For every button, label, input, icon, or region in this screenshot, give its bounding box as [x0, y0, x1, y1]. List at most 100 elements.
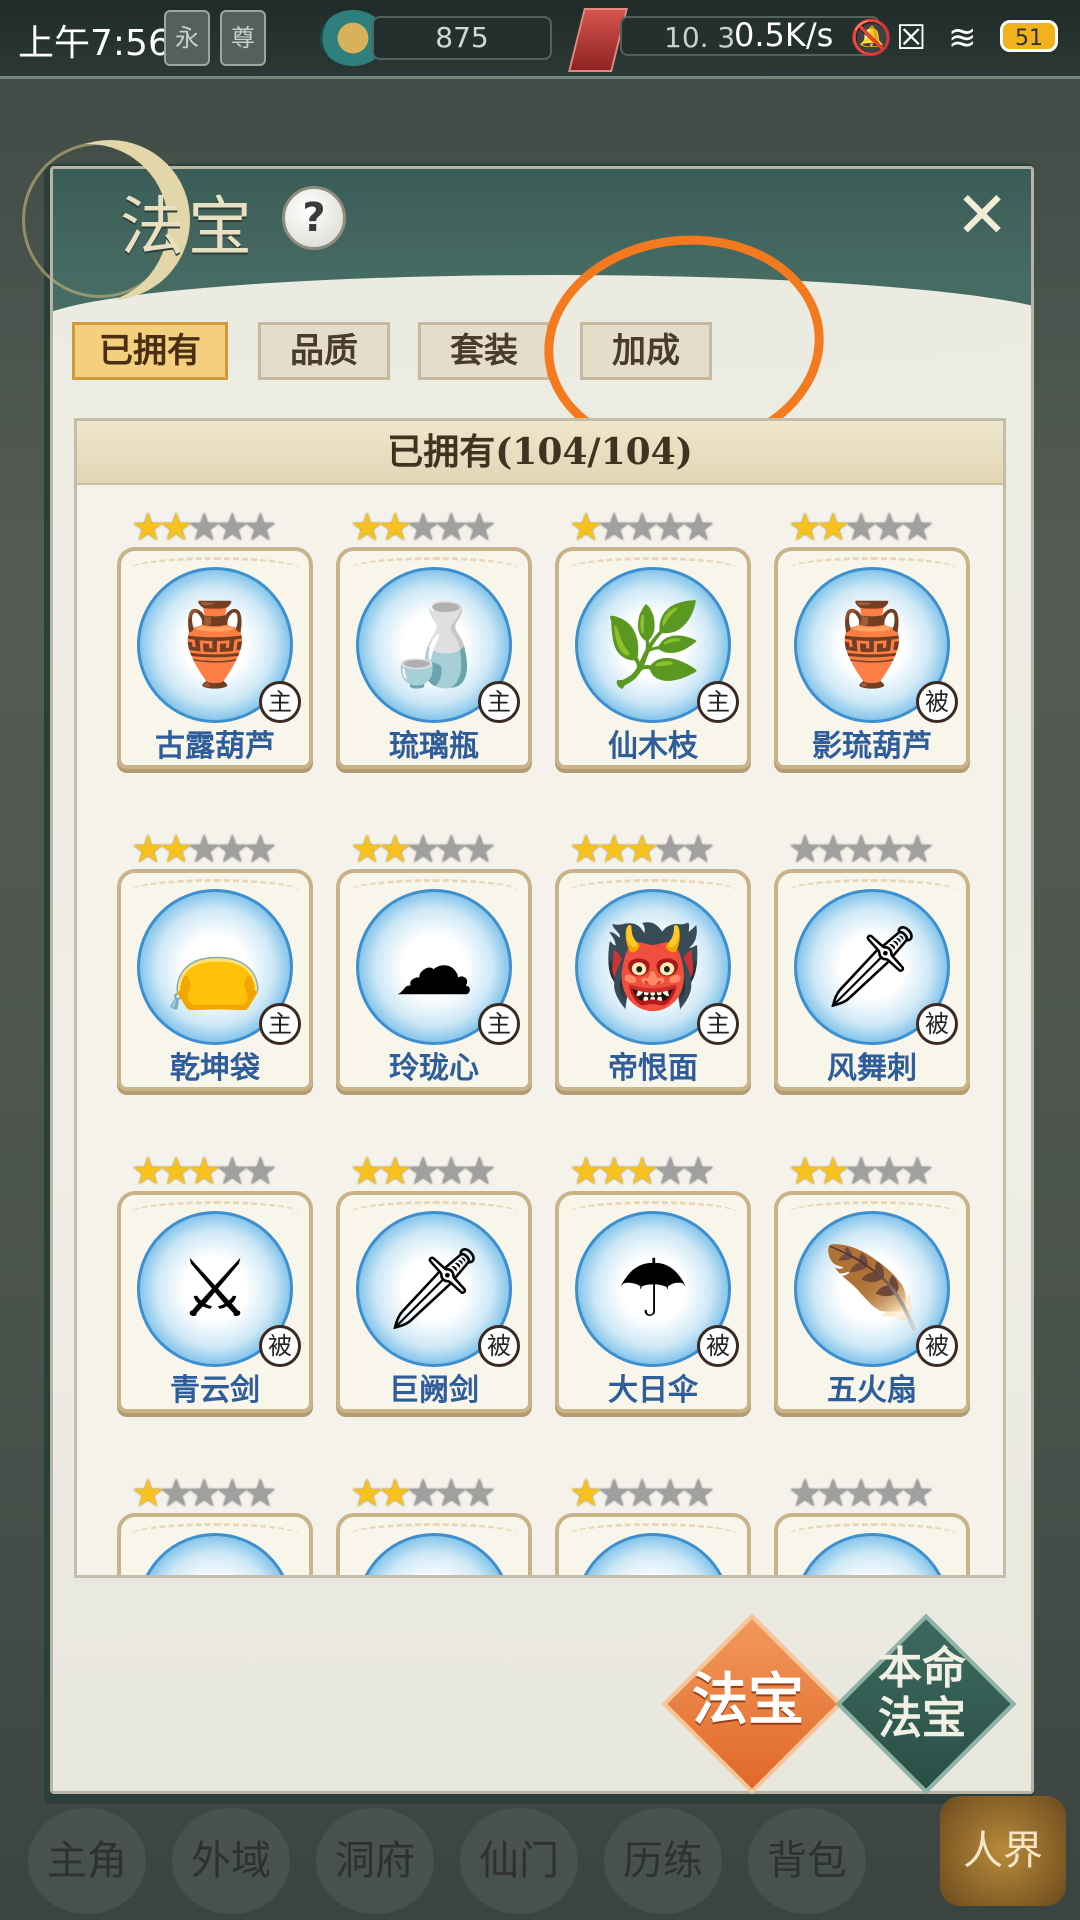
tab-owned[interactable]: 已拥有	[72, 322, 228, 380]
star-icon: ★	[816, 505, 850, 549]
star-icon: ★	[844, 827, 878, 871]
star-icon: ★	[653, 1471, 687, 1515]
treasure-card[interactable]: ★★★★★	[774, 1473, 970, 1575]
star-icon: ★	[187, 505, 221, 549]
treasure-card[interactable]: ★★★★★ 🗡 被巨阙剑	[336, 1151, 532, 1413]
benming-line2: 法宝	[878, 1693, 966, 1744]
item-name: 风舞刺	[827, 1051, 917, 1086]
item-name: 帝恨面	[608, 1051, 698, 1086]
passive-type-badge: 被	[478, 1325, 520, 1367]
star-rating: ★★★★★	[350, 507, 520, 547]
star-icon: ★	[159, 827, 193, 871]
star-icon: ★	[900, 827, 934, 871]
star-rating: ★★★★★	[788, 1473, 958, 1513]
star-icon: ★	[378, 827, 412, 871]
treasure-card[interactable]: ★★★★★ 🍶 主琉璃瓶	[336, 507, 532, 769]
treasure-card[interactable]: ★★★★★ 🏺 被影琉葫芦	[774, 507, 970, 769]
nav-outer-realm[interactable]: 外域	[172, 1808, 290, 1914]
item-icon	[794, 1533, 950, 1575]
treasure-card[interactable]: ★★★★★ 🏺 主古露葫芦	[117, 507, 313, 769]
star-icon: ★	[597, 827, 631, 871]
star-rating: ★★★★★	[788, 829, 958, 869]
star-icon: ★	[653, 505, 687, 549]
bottom-nav: 主角 外域 洞府 仙门 历练 背包	[0, 1798, 1080, 1920]
rune-badge-zun[interactable]: 尊	[220, 10, 266, 66]
nav-cave[interactable]: 洞府	[316, 1808, 434, 1914]
star-rating: ★★★★★	[350, 1151, 520, 1191]
star-rating: ★★★★★	[569, 1473, 739, 1513]
item-name: 青云剑	[170, 1373, 260, 1408]
currency1-value: 875	[372, 16, 552, 60]
benming-fabao-label[interactable]: 本命 法宝	[838, 1644, 1006, 1744]
star-icon: ★	[434, 1471, 468, 1515]
star-rating: ★★★★★	[131, 829, 301, 869]
star-icon: ★	[900, 1149, 934, 1193]
sim-icon: ☒	[896, 18, 927, 58]
star-icon: ★	[625, 1471, 659, 1515]
treasure-card[interactable]: ★★★★★ ☁ 主玲珑心	[336, 829, 532, 1091]
nav-sect[interactable]: 仙门	[460, 1808, 578, 1914]
star-icon: ★	[872, 827, 906, 871]
active-type-badge: 主	[697, 1003, 739, 1045]
star-icon: ★	[625, 1149, 659, 1193]
status-time: 上午7:56	[18, 23, 171, 64]
help-button[interactable]: ?	[282, 186, 346, 250]
treasure-card[interactable]: ★★★★★	[336, 1473, 532, 1575]
battery-icon: 51	[1000, 20, 1058, 52]
item-name: 琉璃瓶	[389, 729, 479, 764]
wifi-icon: ≋	[948, 18, 977, 58]
star-icon: ★	[406, 1471, 440, 1515]
star-icon: ★	[597, 1149, 631, 1193]
nav-training[interactable]: 历练	[604, 1808, 722, 1914]
tab-set[interactable]: 套装	[418, 322, 550, 380]
star-icon: ★	[131, 505, 165, 549]
star-icon: ★	[462, 1149, 496, 1193]
star-rating: ★★★★★	[350, 829, 520, 869]
star-icon: ★	[569, 1471, 603, 1515]
star-rating: ★★★★★	[569, 1151, 739, 1191]
treasure-card[interactable]: ★★★★★ ☂ 被大日伞	[555, 1151, 751, 1413]
star-icon: ★	[625, 827, 659, 871]
treasure-grid[interactable]: ★★★★★ 🏺 主古露葫芦 ★★★★★ 🍶 主琉璃瓶 ★★★★★ 🌿 主仙木枝 ★★★★★ 🏺 被影琉…	[77, 485, 1003, 1575]
treasure-card[interactable]: ★★★★★	[117, 1473, 313, 1575]
star-icon: ★	[900, 1471, 934, 1515]
treasure-card[interactable]: ★★★★★ 🌿 主仙木枝	[555, 505, 751, 769]
nav-character[interactable]: 主角	[28, 1808, 146, 1914]
active-type-badge: 主	[259, 1003, 301, 1045]
star-icon: ★	[215, 1471, 249, 1515]
star-rating: ★★★★★	[788, 507, 958, 547]
treasure-card[interactable]: ★★★★★	[555, 1473, 751, 1575]
item-name: 影琉葫芦	[812, 729, 932, 764]
treasure-card[interactable]: ★★★★★ 🪶 被五火扇	[774, 1151, 970, 1413]
item-icon	[137, 1533, 293, 1575]
star-rating: ★★★★★	[131, 507, 301, 547]
star-icon: ★	[378, 1471, 412, 1515]
treasure-card[interactable]: ★★★★★ 🗡 被风舞刺	[774, 829, 970, 1091]
realm-button[interactable]: 人界	[940, 1796, 1066, 1906]
nav-backpack[interactable]: 背包	[748, 1808, 866, 1914]
star-icon: ★	[215, 1149, 249, 1193]
rune-badge-yong[interactable]: 永	[164, 10, 210, 66]
item-icon	[356, 1533, 512, 1575]
tab-quality[interactable]: 品质	[258, 322, 390, 380]
treasure-card[interactable]: ★★★★★ ⚔ 被青云剑	[117, 1149, 313, 1413]
close-button[interactable]: ✕	[952, 184, 1012, 248]
star-icon: ★	[434, 505, 468, 549]
star-icon: ★	[187, 1471, 221, 1515]
benming-line1: 本命	[878, 1643, 966, 1694]
fabao-button-label[interactable]: 法宝	[672, 1650, 824, 1750]
star-rating: ★★★★★	[788, 1151, 958, 1191]
passive-type-badge: 被	[916, 1325, 958, 1367]
star-icon: ★	[816, 1471, 850, 1515]
star-icon: ★	[406, 505, 440, 549]
item-name: 仙木枝	[608, 729, 698, 764]
item-name: 五火扇	[827, 1373, 917, 1408]
treasure-card[interactable]: ★★★★★ 👝 主乾坤袋	[117, 829, 313, 1091]
star-icon: ★	[788, 1149, 822, 1193]
star-icon: ★	[681, 505, 715, 549]
star-icon: ★	[872, 1149, 906, 1193]
star-icon: ★	[159, 1149, 193, 1193]
star-icon: ★	[844, 1471, 878, 1515]
active-type-badge: 主	[478, 681, 520, 723]
treasure-card[interactable]: ★★★★★ 👹 主帝恨面	[555, 827, 751, 1091]
